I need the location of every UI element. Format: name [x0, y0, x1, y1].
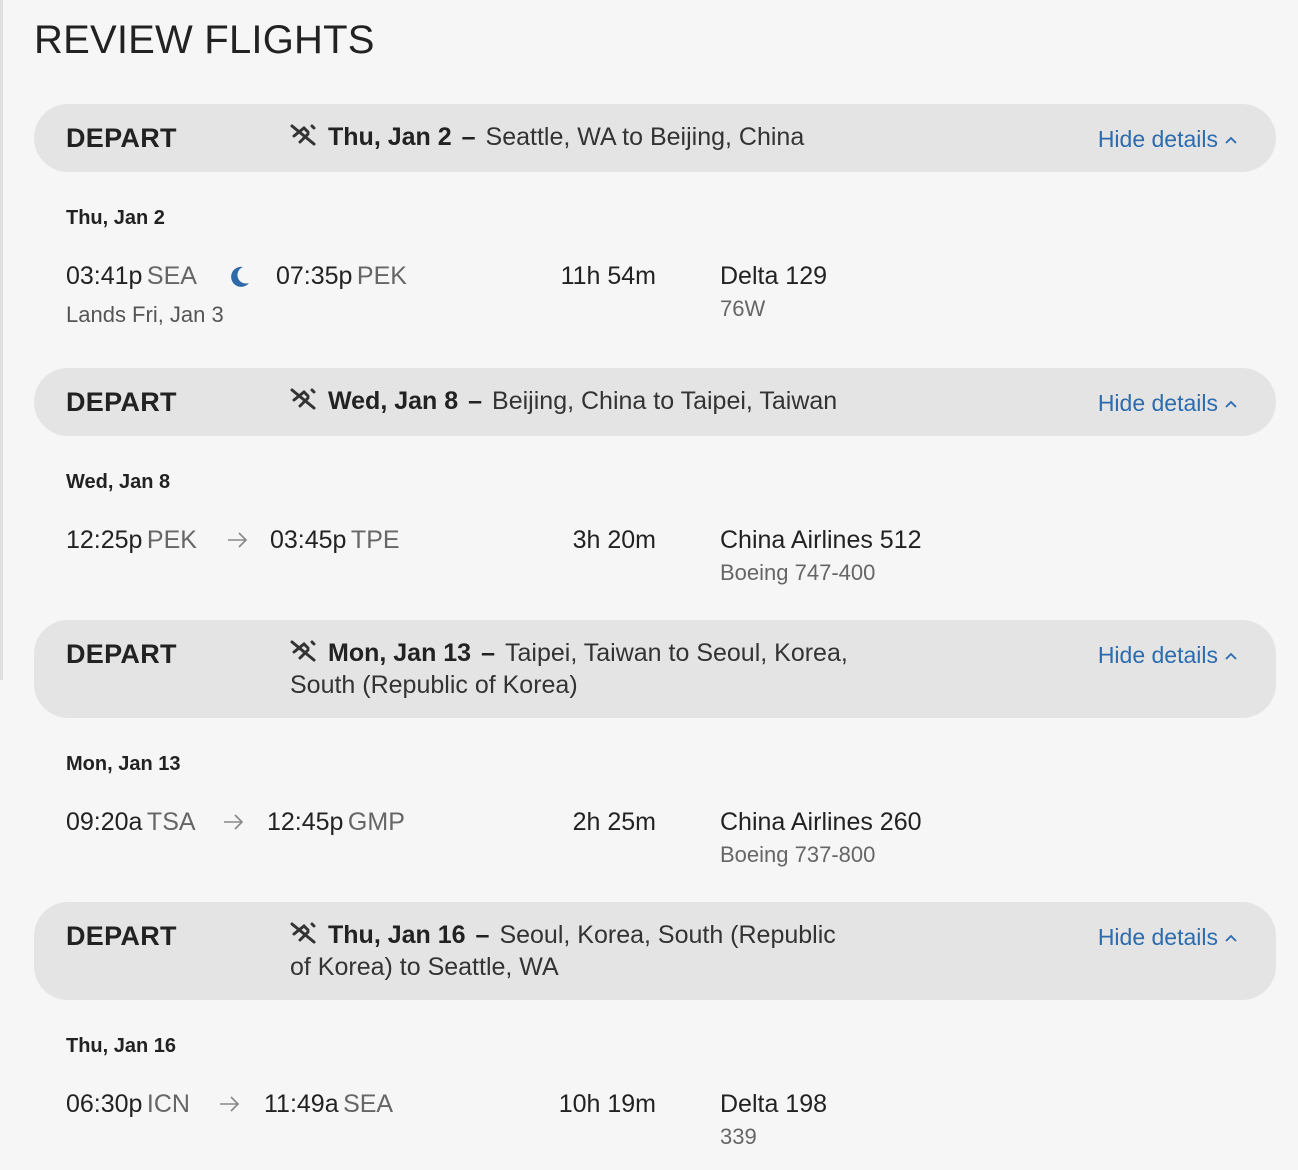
- segment-date: Thu, Jan 2: [328, 123, 452, 151]
- dep-time: 06:30p: [66, 1090, 143, 1118]
- segment-date: Thu, Jan 16: [328, 921, 466, 949]
- route-dash: –: [475, 921, 490, 949]
- segment-route: Thu, Jan 2– Seattle, WA to Beijing, China: [290, 121, 890, 153]
- flight-duration: 10h 19m: [558, 1090, 656, 1118]
- arrow-right-icon: [222, 812, 246, 837]
- flight-duration: 11h 54m: [560, 262, 656, 290]
- flight-row: 12:25p PEK 03:45p TPE 3h 20m China Airli…: [66, 526, 1266, 606]
- dep-airport: TSA: [146, 808, 196, 836]
- arr-airport: TPE: [350, 526, 400, 554]
- route-text-line1: Seattle, WA to Beijing, China: [485, 123, 805, 151]
- plane-icon: [290, 920, 316, 944]
- page-title: REVIEW FLIGHTS: [34, 18, 375, 62]
- flight-number: Delta 129: [720, 262, 828, 290]
- plane-icon: [290, 386, 316, 410]
- dep-time: 03:41p: [66, 262, 143, 290]
- hide-details-link[interactable]: Hide details: [1098, 640, 1238, 669]
- arrival: 03:45p TPE: [270, 526, 400, 555]
- hide-details-label: Hide details: [1097, 642, 1218, 668]
- flight-number: Delta 198: [720, 1090, 828, 1118]
- plane-icon: [290, 122, 316, 146]
- aircraft-type: 76W: [720, 296, 766, 321]
- chevron-up-icon: [1224, 640, 1238, 660]
- hide-details-label: Hide details: [1097, 126, 1218, 152]
- segment-header: DEPART Thu, Jan 2– Seattle, WA to Beijing…: [34, 104, 1276, 172]
- dep-airport: PEK: [146, 526, 197, 554]
- moon-icon: [226, 264, 252, 295]
- segment-header: DEPART Mon, Jan 13– Taipei, Taiwan to Seo…: [34, 620, 1276, 718]
- segment-route: Mon, Jan 13– Taipei, Taiwan to Seoul, Kor…: [290, 637, 890, 701]
- segment-label: DEPART: [66, 123, 177, 153]
- hide-details-label: Hide details: [1097, 924, 1218, 950]
- flight-duration: 3h 20m: [572, 526, 656, 554]
- segment-label: DEPART: [66, 387, 177, 417]
- arr-time: 12:45p: [267, 808, 344, 836]
- departure: 09:20a TSA: [66, 808, 196, 837]
- flight-number: China Airlines 260: [720, 808, 922, 836]
- segment-date: Wed, Jan 8: [328, 387, 459, 415]
- aircraft-type: Boeing 747-400: [720, 560, 876, 585]
- chevron-up-icon: [1224, 388, 1238, 408]
- route-text-line1: Beijing, China to Taipei, Taiwan: [492, 387, 838, 415]
- arrival: 11:49a SEA: [264, 1090, 393, 1119]
- aircraft-type: 339: [720, 1124, 757, 1149]
- flight-date: Thu, Jan 16: [66, 1035, 177, 1057]
- hide-details-link[interactable]: Hide details: [1098, 388, 1238, 417]
- flight-row: 03:41p SEA 07:35p PEK Lands Fri, Jan 3 1…: [66, 262, 1266, 342]
- departure: 12:25p PEK: [66, 526, 197, 555]
- flight-date: Mon, Jan 13: [66, 753, 181, 775]
- arr-airport: SEA: [343, 1090, 394, 1118]
- hide-details-link[interactable]: Hide details: [1098, 922, 1238, 951]
- flight-row: 06:30p ICN 11:49a SEA 10h 19m Delta 198 …: [66, 1090, 1266, 1170]
- segment-header: DEPART Wed, Jan 8– Beijing, China to Taip…: [34, 368, 1276, 436]
- arr-time: 03:45p: [270, 526, 347, 554]
- chevron-up-icon: [1224, 922, 1238, 942]
- segment-date: Mon, Jan 13: [328, 639, 472, 667]
- hide-details-label: Hide details: [1097, 390, 1218, 416]
- segment-label: DEPART: [66, 639, 177, 669]
- route-dash: –: [481, 639, 495, 667]
- arr-time: 07:35p: [276, 262, 353, 290]
- route-text-line2: South (Republic of Korea): [290, 671, 578, 699]
- dep-airport: ICN: [146, 1090, 190, 1118]
- aircraft-type: Boeing 737-800: [720, 842, 876, 867]
- arrow-right-icon: [226, 530, 250, 555]
- flight-date: Thu, Jan 2: [66, 207, 165, 229]
- dep-time: 12:25p: [66, 526, 143, 554]
- arrival: 12:45p GMP: [267, 808, 405, 837]
- flight-number: China Airlines 512: [720, 526, 922, 554]
- arr-airport: GMP: [347, 808, 405, 836]
- lands-note: Lands Fri, Jan 3: [66, 302, 224, 327]
- route-text-line1: Seoul, Korea, South (Republic: [499, 921, 836, 949]
- segment-header: DEPART Thu, Jan 16– Seoul, Korea, South (…: [34, 902, 1276, 1000]
- departure: 06:30p ICN: [66, 1090, 190, 1119]
- route-dash: –: [468, 387, 483, 415]
- left-divider: [0, 0, 3, 680]
- route-dash: –: [461, 123, 476, 151]
- departure: 03:41p SEA: [66, 262, 197, 291]
- segment-route: Wed, Jan 8– Beijing, China to Taipei, Tai…: [290, 385, 890, 417]
- segment-label: DEPART: [66, 921, 177, 951]
- dep-airport: SEA: [146, 262, 197, 290]
- segment-route: Thu, Jan 16– Seoul, Korea, South (Republi…: [290, 919, 890, 983]
- flight-duration: 2h 25m: [572, 808, 656, 836]
- arrival: 07:35p PEK: [276, 262, 407, 291]
- arrow-right-icon: [218, 1094, 242, 1119]
- route-text-line1: Taipei, Taiwan to Seoul, Korea,: [505, 639, 848, 667]
- hide-details-link[interactable]: Hide details: [1098, 124, 1238, 153]
- flight-row: 09:20a TSA 12:45p GMP 2h 25m China Airli…: [66, 808, 1266, 888]
- arr-airport: PEK: [356, 262, 407, 290]
- plane-icon: [290, 638, 316, 662]
- chevron-up-icon: [1224, 124, 1238, 144]
- arr-time: 11:49a: [264, 1090, 339, 1118]
- dep-time: 09:20a: [66, 808, 143, 836]
- flight-date: Wed, Jan 8: [66, 471, 171, 493]
- route-text-line2: of Korea) to Seattle, WA: [290, 953, 559, 981]
